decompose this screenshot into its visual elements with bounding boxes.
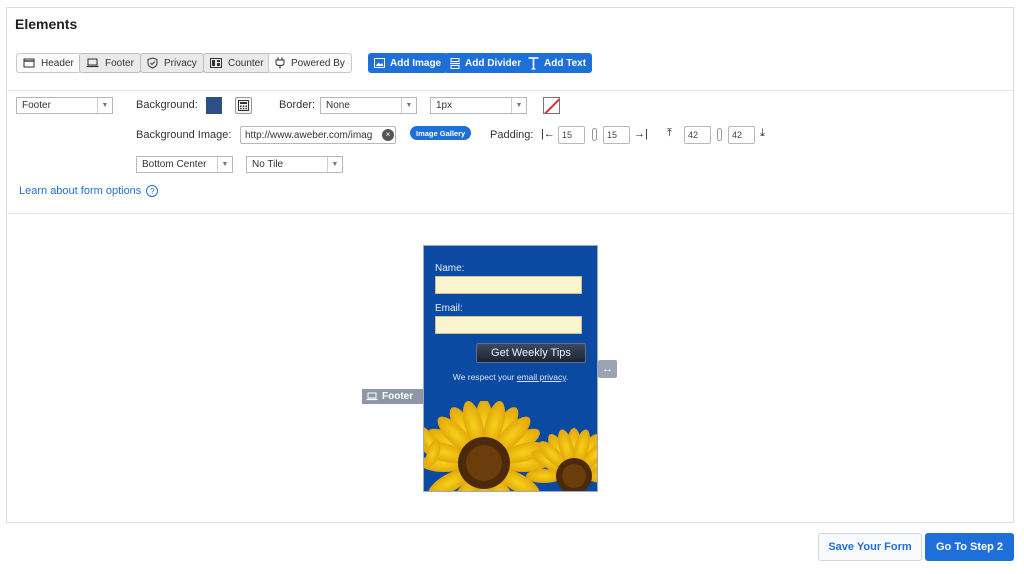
- shield-icon: [147, 57, 158, 69]
- padding-right-input[interactable]: 15: [603, 126, 630, 144]
- help-icon: ?: [146, 185, 159, 197]
- learn-form-options-link[interactable]: Learn about form options ?: [19, 185, 159, 197]
- plug-icon: [275, 57, 285, 69]
- go-to-step-2-button[interactable]: Go To Step 2: [925, 533, 1014, 561]
- privacy-suffix: .: [565, 372, 569, 382]
- chevron-down-icon: ▼: [511, 98, 526, 113]
- footer-section-tag[interactable]: Footer: [362, 389, 424, 404]
- header-icon: [23, 58, 35, 68]
- footer-element-button[interactable]: Footer: [79, 53, 141, 73]
- email-label: Email:: [435, 303, 463, 314]
- color-picker-icon[interactable]: [235, 97, 252, 114]
- add-image-label: Add Image: [390, 57, 442, 69]
- form-preview[interactable]: Name: Email: Get Weekly Tips We respect …: [423, 245, 598, 492]
- counter-label: Counter: [228, 57, 264, 69]
- padding-bottom-icon: ⤓: [760, 127, 765, 139]
- background-repeat-value: No Tile: [252, 159, 284, 170]
- chevron-down-icon: ▼: [327, 157, 342, 172]
- background-image-url-input[interactable]: http://www.aweber.com/imag: [240, 126, 396, 144]
- padding-top-icon: ⤒: [667, 127, 672, 139]
- divider-icon: [450, 57, 460, 69]
- background-repeat-select[interactable]: No Tile ▼: [246, 156, 343, 173]
- add-text-button[interactable]: Add Text: [522, 53, 593, 73]
- text-icon: [528, 56, 539, 70]
- background-label: Background:: [136, 99, 198, 111]
- border-width-select[interactable]: 1px ▼: [430, 97, 527, 114]
- background-image-url-value: http://www.aweber.com/imag: [245, 129, 373, 141]
- save-form-button[interactable]: Save Your Form: [818, 533, 922, 561]
- add-text-label: Add Text: [544, 57, 587, 69]
- laptop-icon: [366, 392, 378, 401]
- counter-element-button[interactable]: Counter: [203, 53, 271, 73]
- add-divider-label: Add Divider: [465, 57, 522, 69]
- chevron-down-icon: ▼: [217, 157, 232, 172]
- privacy-label: Privacy: [164, 57, 197, 69]
- sunflower-image: [424, 401, 597, 491]
- padding-left-icon: |←: [541, 128, 555, 140]
- link-horizontal-icon[interactable]: [592, 128, 597, 141]
- powered-by-label: Powered By: [291, 57, 345, 69]
- divider: [7, 213, 1013, 214]
- laptop-icon: [86, 58, 99, 68]
- footer-tag-label: Footer: [382, 391, 414, 402]
- add-image-button[interactable]: Add Image: [368, 53, 448, 73]
- background-position-select[interactable]: Bottom Center ▼: [136, 156, 233, 173]
- privacy-prefix: We respect your: [452, 372, 517, 382]
- counter-icon: [210, 58, 222, 68]
- chevron-down-icon: ▼: [97, 98, 112, 113]
- chevron-down-icon: ▼: [401, 98, 416, 113]
- powered-by-element-button[interactable]: Powered By: [268, 53, 352, 73]
- footer-label: Footer: [105, 57, 134, 69]
- resize-handle-icon[interactable]: ↔: [598, 360, 617, 378]
- name-field[interactable]: [435, 276, 582, 294]
- padding-top-input[interactable]: 42: [684, 126, 711, 144]
- section-select[interactable]: Footer ▼: [16, 97, 113, 114]
- email-privacy-link[interactable]: email privacy: [517, 372, 566, 382]
- border-style-select[interactable]: None ▼: [320, 97, 417, 114]
- divider: [7, 90, 1013, 91]
- border-label: Border:: [279, 99, 316, 111]
- link-vertical-icon[interactable]: [717, 128, 722, 141]
- privacy-text: We respect your email privacy.: [424, 372, 597, 382]
- image-icon: [374, 58, 385, 68]
- privacy-element-button[interactable]: Privacy: [140, 53, 204, 73]
- border-width-value: 1px: [436, 100, 453, 111]
- padding-right-icon: →|: [634, 128, 648, 140]
- image-gallery-button[interactable]: Image Gallery: [410, 126, 472, 140]
- padding-left-input[interactable]: 15: [558, 126, 585, 144]
- padding-label: Padding:: [490, 129, 534, 141]
- name-label: Name:: [435, 263, 465, 274]
- submit-button[interactable]: Get Weekly Tips: [476, 343, 586, 363]
- border-style-value: None: [326, 100, 350, 111]
- learn-link-text: Learn about form options: [19, 185, 142, 197]
- clear-icon[interactable]: ×: [382, 129, 394, 141]
- padding-bottom-input[interactable]: 42: [728, 126, 755, 144]
- add-divider-button[interactable]: Add Divider: [444, 53, 528, 73]
- section-select-value: Footer: [22, 100, 51, 111]
- border-color-none-icon[interactable]: [543, 97, 560, 114]
- background-image-label: Background Image:: [136, 129, 232, 141]
- header-element-button[interactable]: Header: [16, 53, 81, 73]
- header-label: Header: [41, 57, 74, 69]
- email-field[interactable]: [435, 316, 582, 334]
- background-position-value: Bottom Center: [142, 159, 207, 170]
- background-color-swatch[interactable]: [206, 97, 222, 114]
- panel-title: Elements: [15, 16, 78, 32]
